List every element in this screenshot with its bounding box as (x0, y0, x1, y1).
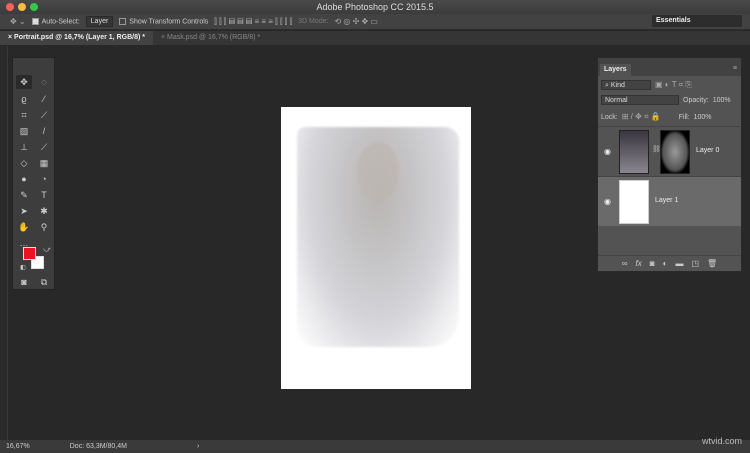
layer-row-layer-0[interactable]: ◉ ⛓ Layer 0 (598, 126, 741, 176)
type-tool-icon[interactable]: T (36, 188, 52, 202)
status-bar: 16,67% Doc: 63,3M/80,4M › (0, 440, 750, 453)
show-transform-checkbox[interactable]: Show Transform Controls (119, 17, 208, 25)
blend-mode-dropdown[interactable]: Normal (601, 95, 679, 105)
3d-mode-label: 3D Mode: (298, 18, 329, 25)
auto-select-checkbox[interactable]: Auto-Select: (31, 17, 80, 25)
layers-tab[interactable]: Layers (600, 64, 631, 76)
doc-size: Doc: 63,3M/80,4M (69, 443, 127, 450)
group-folder-icon[interactable]: ▬ (675, 259, 683, 268)
auto-select-dropdown[interactable]: Layer (85, 16, 114, 27)
fill-label: Fill: (678, 113, 690, 121)
document-tabs: × Portrait.psd @ 16,7% (Layer 1, RGB/8) … (0, 31, 750, 45)
layers-panel: Layers ≡ ⌕ Kind ▣ ◐ T ⌗ ⎘ Normal Opacity… (597, 57, 742, 272)
layer-name[interactable]: Layer 1 (655, 197, 678, 204)
healing-brush-icon[interactable]: ▨ (16, 124, 32, 138)
zoom-window-button[interactable] (30, 3, 38, 11)
filter-icons[interactable]: ▣ ◐ T ⌗ ⎘ (655, 80, 692, 90)
3d-tools-icons[interactable]: ⟲ ◎ ✣ ✥ ▭ (334, 17, 378, 26)
zoom-tool-icon[interactable]: ⚲ (36, 220, 52, 234)
foreground-color-swatch[interactable] (23, 247, 36, 260)
quick-mask-icon[interactable]: ◙ (16, 275, 32, 289)
brush-tool-icon[interactable]: / (36, 124, 52, 138)
crop-tool-icon[interactable]: ⌗ (16, 108, 32, 122)
close-window-button[interactable] (6, 3, 14, 11)
move-tool-icon[interactable]: ✥ (16, 75, 32, 89)
filter-kind-dropdown[interactable]: ⌕ Kind (601, 80, 651, 90)
link-layers-icon[interactable]: ∞ (622, 259, 628, 268)
tools-panel: ✥ ◌ ϱ ⁄ ⌗ ⟋ ▨ / ⊥ ⟋ ◇ ▦ ● ◔ ✎ T ➤ ✱ ✋ ⚲ … (12, 57, 55, 290)
minimize-window-button[interactable] (18, 3, 26, 11)
hand-tool-icon[interactable]: ✋ (16, 220, 32, 234)
panel-menu-icon[interactable]: ≡ (733, 65, 737, 72)
eyedropper-icon[interactable]: ⟋ (36, 108, 52, 122)
tab-mask[interactable]: × Mask.psd @ 16,7% (RGB/8) * (153, 31, 268, 45)
history-brush-icon[interactable]: ⟋ (36, 140, 52, 154)
opacity-field[interactable]: 100% (713, 97, 731, 104)
screen-mode-icon[interactable]: ⧉ (36, 275, 52, 289)
default-colors-icon[interactable]: ◧ (15, 261, 31, 275)
fx-icon[interactable]: fx (636, 259, 642, 268)
gradient-tool-icon[interactable]: ▦ (36, 156, 52, 170)
marquee-tool-icon[interactable]: ◌ (36, 75, 52, 89)
add-mask-icon[interactable]: ◙ (650, 259, 655, 268)
layer-row-layer-1[interactable]: ◉ Layer 1 (598, 176, 741, 226)
pen-tool-icon[interactable]: ✎ (16, 188, 32, 202)
status-menu-arrow[interactable]: › (197, 443, 199, 450)
opacity-label: Opacity: (683, 96, 709, 104)
new-layer-icon[interactable]: ◳ (691, 259, 699, 268)
align-icons[interactable]: ⫿ ⫿ ⫿ ▤ ▤ ▤ ≡ ≡ ≡ ⫿ ⫿ ⫿ ⫿ (214, 17, 292, 27)
shape-tool-icon[interactable]: ✱ (36, 204, 52, 218)
layers-footer: ∞ fx ◙ ◐ ▬ ◳ 🗑 (598, 255, 741, 271)
stamp-tool-icon[interactable]: ⊥ (16, 140, 32, 154)
visibility-eye-icon[interactable]: ◉ (604, 197, 611, 206)
document-canvas[interactable] (281, 107, 471, 389)
lasso-tool-icon[interactable]: ϱ (16, 92, 32, 106)
workspace-dropdown[interactable]: Essentials (652, 15, 742, 27)
blur-tool-icon[interactable]: ● (16, 172, 32, 186)
portrait-image (297, 127, 459, 347)
app-title: Adobe Photoshop CC 2015.5 (316, 2, 434, 12)
fill-field[interactable]: 100% (694, 114, 712, 121)
visibility-eye-icon[interactable]: ◉ (604, 147, 611, 156)
lock-label: Lock: (601, 113, 618, 121)
trash-icon[interactable]: 🗑 (707, 259, 717, 268)
title-bar: Adobe Photoshop CC 2015.5 (0, 0, 750, 14)
zoom-level[interactable]: 16,67% (6, 443, 30, 450)
tab-portrait[interactable]: × Portrait.psd @ 16,7% (Layer 1, RGB/8) … (0, 31, 153, 45)
layer-thumbnail (619, 180, 649, 224)
eraser-tool-icon[interactable]: ◇ (16, 156, 32, 170)
layer-name[interactable]: Layer 0 (696, 147, 719, 154)
layer-thumbnail (619, 130, 649, 174)
layer-mask-thumbnail[interactable] (660, 130, 690, 174)
move-tool-icon[interactable]: ✥ ⌄ (10, 17, 26, 26)
dodge-tool-icon[interactable]: ◔ (36, 172, 52, 186)
options-bar: ✥ ⌄ Auto-Select: Layer Show Transform Co… (0, 14, 750, 30)
watermark: wtvid.com (701, 436, 742, 446)
vertical-ruler (0, 46, 8, 440)
path-selection-icon[interactable]: ➤ (16, 204, 32, 218)
swap-colors-icon[interactable]: ⤻ (39, 243, 55, 257)
adjustment-layer-icon[interactable]: ◐ (663, 259, 668, 268)
magic-wand-icon[interactable]: ⁄ (36, 92, 52, 106)
lock-icons[interactable]: ⊞ / ✥ ⌗ 🔒 (622, 112, 661, 122)
